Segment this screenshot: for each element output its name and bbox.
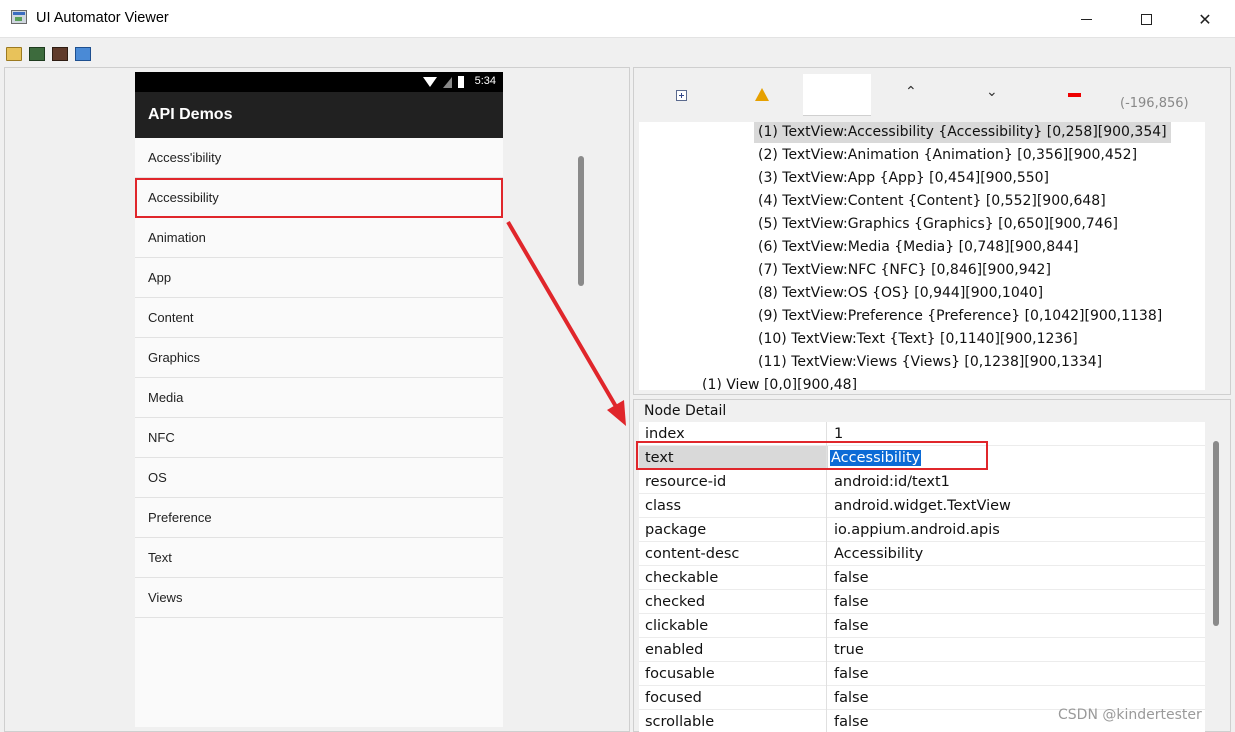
app-icon bbox=[11, 10, 27, 24]
property-row[interactable]: resource-id android:id/text1 bbox=[639, 470, 1205, 494]
close-button[interactable]: ✕ bbox=[1176, 0, 1234, 38]
title-bar: UI Automator Viewer ✕ bbox=[0, 0, 1235, 38]
property-value[interactable]: android.widget.TextView bbox=[834, 494, 1011, 518]
property-key: checkable bbox=[645, 566, 827, 590]
main-toolbar bbox=[0, 39, 1235, 67]
property-key: enabled bbox=[645, 638, 827, 662]
property-row[interactable]: class android.widget.TextView bbox=[639, 494, 1205, 518]
window-title: UI Automator Viewer bbox=[36, 10, 169, 26]
property-row[interactable]: package io.appium.android.apis bbox=[639, 518, 1205, 542]
device-app-title: API Demos bbox=[148, 106, 233, 123]
property-value[interactable]: false bbox=[834, 686, 869, 710]
highlight-box bbox=[636, 441, 988, 470]
tree-node[interactable]: (7) TextView:NFC {NFC} [0,846][900,942] bbox=[758, 260, 1051, 281]
expand-all-icon[interactable] bbox=[676, 90, 687, 101]
list-item[interactable]: Content bbox=[135, 298, 503, 338]
status-time: 5:34 bbox=[474, 75, 496, 87]
tree-node[interactable]: (3) TextView:App {App} [0,454][900,550] bbox=[758, 168, 1049, 189]
detail-scrollbar[interactable] bbox=[1213, 441, 1219, 626]
property-row[interactable]: content-desc Accessibility bbox=[639, 542, 1205, 566]
list-item[interactable]: NFC bbox=[135, 418, 503, 458]
tree-node[interactable]: (1) View [0,0][900,48] bbox=[702, 375, 857, 390]
wifi-icon bbox=[423, 77, 437, 87]
device-screenshot-compressed-icon[interactable] bbox=[52, 47, 68, 61]
property-value[interactable]: false bbox=[834, 590, 869, 614]
list-item[interactable]: Views bbox=[135, 578, 503, 618]
property-key: package bbox=[645, 518, 827, 542]
list-item[interactable]: OS bbox=[135, 458, 503, 498]
next-icon[interactable]: ⌄ bbox=[986, 84, 998, 100]
property-value[interactable]: io.appium.android.apis bbox=[834, 518, 1000, 542]
save-icon[interactable] bbox=[75, 47, 91, 61]
device-status-bar: 5:34 bbox=[135, 72, 503, 92]
previous-icon[interactable]: ⌃ bbox=[905, 84, 917, 100]
tree-node[interactable]: (5) TextView:Graphics {Graphics} [0,650]… bbox=[758, 214, 1118, 235]
tree-node[interactable]: (6) TextView:Media {Media} [0,748][900,8… bbox=[758, 237, 1078, 258]
property-key: focusable bbox=[645, 662, 827, 686]
property-value[interactable]: false bbox=[834, 566, 869, 590]
open-folder-icon[interactable] bbox=[6, 47, 22, 61]
property-value[interactable]: false bbox=[834, 662, 869, 686]
property-value[interactable]: false bbox=[834, 614, 869, 638]
tree-scrollbar[interactable] bbox=[578, 156, 584, 286]
minimize-icon bbox=[1080, 18, 1092, 20]
list-item[interactable]: Text bbox=[135, 538, 503, 578]
tree-node[interactable]: (1) TextView:Accessibility {Accessibilit… bbox=[754, 122, 1171, 143]
maximize-button[interactable] bbox=[1117, 0, 1175, 38]
property-row[interactable]: checked false bbox=[639, 590, 1205, 614]
list-item[interactable]: Animation bbox=[135, 218, 503, 258]
node-detail-title: Node Detail bbox=[644, 403, 727, 419]
property-key: scrollable bbox=[645, 710, 827, 732]
collapse-icon[interactable] bbox=[1068, 93, 1081, 97]
property-key: class bbox=[645, 494, 827, 518]
maximize-icon bbox=[1140, 13, 1152, 25]
battery-icon bbox=[458, 76, 464, 88]
property-value[interactable]: Accessibility bbox=[834, 542, 923, 566]
device-screenshot-icon[interactable] bbox=[29, 47, 45, 61]
list-item[interactable]: Accessibility bbox=[135, 178, 503, 218]
cursor-coordinates: (-196,856) bbox=[1120, 96, 1189, 111]
device-list: Access'ibility Accessibility Animation App C… bbox=[135, 138, 503, 618]
warning-icon[interactable] bbox=[755, 88, 769, 101]
property-row[interactable]: enabled true bbox=[639, 638, 1205, 662]
tree-node[interactable]: (10) TextView:Text {Text} [0,1140][900,1… bbox=[758, 329, 1078, 350]
property-value[interactable]: false bbox=[834, 710, 869, 732]
tree-node[interactable]: (8) TextView:OS {OS} [0,944][900,1040] bbox=[758, 283, 1043, 304]
property-value[interactable]: android:id/text1 bbox=[834, 470, 950, 494]
search-box[interactable] bbox=[803, 74, 871, 116]
list-item[interactable]: App bbox=[135, 258, 503, 298]
property-value[interactable]: true bbox=[834, 638, 864, 662]
property-row[interactable]: focusable false bbox=[639, 662, 1205, 686]
property-row[interactable]: checkable false bbox=[639, 566, 1205, 590]
tree-node[interactable]: (9) TextView:Preference {Preference} [0,… bbox=[758, 306, 1162, 327]
list-item[interactable]: Graphics bbox=[135, 338, 503, 378]
signal-icon bbox=[443, 77, 452, 88]
close-icon: ✕ bbox=[1198, 9, 1212, 29]
watermark: CSDN @kindertester bbox=[1058, 707, 1202, 723]
device-screen[interactable]: 5:34 API Demos Access'ibility Accessibili… bbox=[135, 72, 503, 727]
device-app-bar: API Demos bbox=[135, 92, 503, 138]
property-key: checked bbox=[645, 590, 827, 614]
list-item[interactable]: Preference bbox=[135, 498, 503, 538]
property-key: focused bbox=[645, 686, 827, 710]
hierarchy-tree[interactable]: (1) TextView:Accessibility {Accessibilit… bbox=[639, 122, 1205, 390]
property-key: content-desc bbox=[645, 542, 827, 566]
property-row[interactable]: clickable false bbox=[639, 614, 1205, 638]
hierarchy-panel: ⌃ ⌄ (-196,856) (1) TextView:Accessibilit… bbox=[633, 67, 1231, 395]
tree-node[interactable]: (2) TextView:Animation {Animation} [0,35… bbox=[758, 145, 1137, 166]
hierarchy-toolbar: ⌃ ⌄ (-196,856) bbox=[634, 68, 1230, 122]
property-key: resource-id bbox=[645, 470, 827, 494]
tree-node[interactable]: (11) TextView:Views {Views} [0,1238][900… bbox=[758, 352, 1102, 373]
list-item[interactable]: Access'ibility bbox=[135, 138, 503, 178]
tree-node[interactable]: (4) TextView:Content {Content} [0,552][9… bbox=[758, 191, 1106, 212]
list-item[interactable]: Media bbox=[135, 378, 503, 418]
minimize-button[interactable] bbox=[1057, 0, 1115, 38]
property-key: clickable bbox=[645, 614, 827, 638]
